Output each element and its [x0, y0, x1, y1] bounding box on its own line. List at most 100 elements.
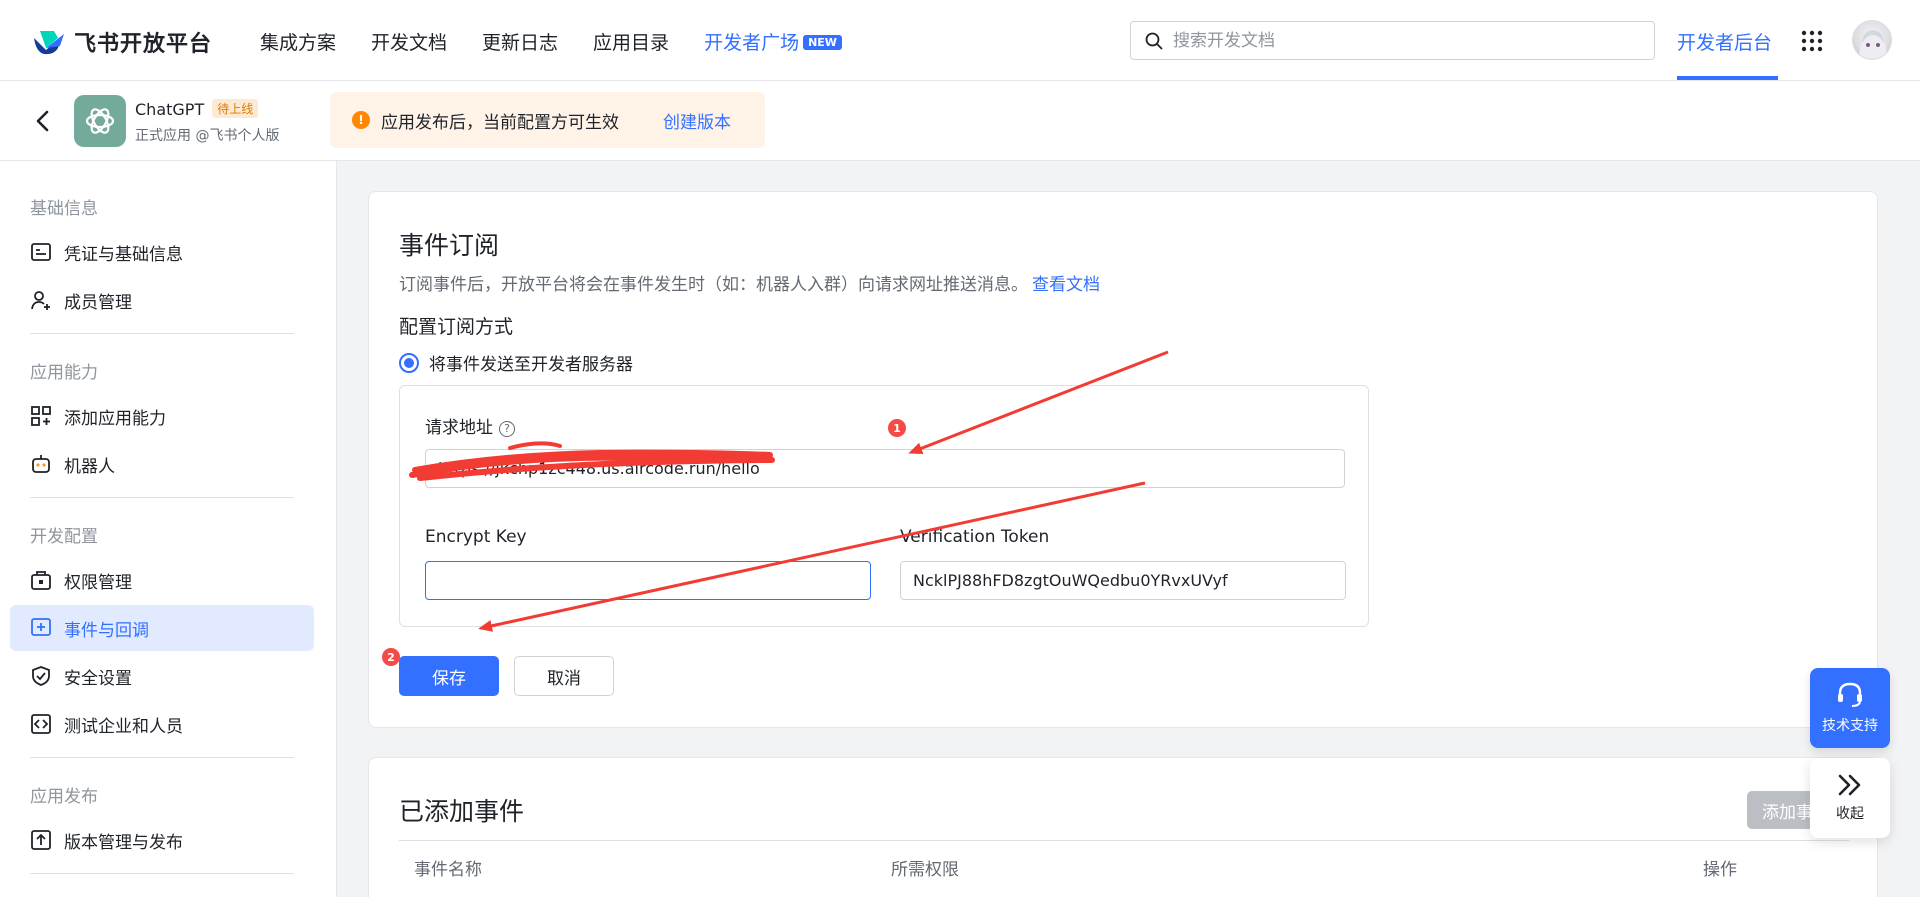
- main-nav: 集成方案 开发文档 更新日志 应用目录 开发者广场 NEW: [260, 28, 877, 55]
- app-name: ChatGPT 待上线: [135, 99, 259, 119]
- sidebar-item-label: 事件与回调: [64, 620, 149, 641]
- chatgpt-app-icon: [74, 95, 126, 147]
- verification-token-input[interactable]: [900, 561, 1346, 600]
- brand-name: 飞书开放平台: [74, 32, 213, 57]
- sidebar-item-test-tenant[interactable]: 测试企业和人员: [10, 701, 314, 747]
- sidebar-item-members[interactable]: 成员管理: [10, 277, 314, 323]
- sidebar-item-label: 凭证与基础信息: [64, 244, 183, 265]
- sidebar-group-capabilities: 应用能力: [30, 363, 98, 383]
- tech-support-label: 技术支持: [1822, 718, 1878, 734]
- desc-text: 订阅事件后，开放平台将会在事件发生时（如：机器人入群）向请求网址推送消息。: [399, 275, 1028, 295]
- app-name-text: ChatGPT: [135, 100, 205, 119]
- sidebar-item-label: 添加应用能力: [64, 408, 166, 429]
- lock-briefcase-icon: [30, 569, 52, 591]
- radio-selected[interactable]: [399, 352, 419, 373]
- shield-check-icon: [30, 665, 52, 687]
- sidebar-item-label: 测试企业和人员: [64, 716, 183, 737]
- search-input[interactable]: [1173, 30, 1613, 51]
- sidebar-item-add-capability[interactable]: 添加应用能力: [10, 393, 314, 439]
- sidebar-divider: [30, 497, 294, 498]
- new-badge: NEW: [803, 35, 842, 50]
- annotation-badge-1: 1: [888, 419, 906, 437]
- sidebar-item-events-callbacks[interactable]: 事件与回调: [10, 605, 314, 651]
- encrypt-key-label: Encrypt Key: [425, 527, 527, 547]
- robot-icon: [30, 453, 52, 475]
- nav-dev-plaza-label: 开发者广场: [704, 32, 800, 54]
- app-status-badge: 待上线: [212, 99, 259, 118]
- app-header: ChatGPT 待上线 正式应用 @飞书个人版 ! 应用发布后，当前配置方可生效 …: [0, 81, 1920, 161]
- nav-docs[interactable]: 开发文档: [371, 28, 447, 55]
- sidebar-item-permissions[interactable]: 权限管理: [10, 557, 314, 603]
- sidebar-group-dev-config: 开发配置: [30, 527, 98, 547]
- id-card-icon: [30, 241, 52, 263]
- avatar-image: [1859, 29, 1887, 59]
- sidebar-item-label: 机器人: [64, 456, 115, 477]
- event-subscription-title: 事件订阅: [399, 231, 500, 260]
- col-event-name: 事件名称: [414, 860, 482, 880]
- app-subtitle: 正式应用 @飞书个人版: [135, 128, 280, 144]
- top-nav: 飞书开放平台 集成方案 开发文档 更新日志 应用目录 开发者广场NEW 开发者后…: [0, 0, 1920, 81]
- user-avatar[interactable]: [1852, 20, 1892, 60]
- save-button[interactable]: 保存: [399, 656, 499, 696]
- create-version-link[interactable]: 创建版本: [663, 108, 731, 133]
- event-subscription-desc: 订阅事件后，开放平台将会在事件发生时（如：机器人入群）向请求网址推送消息。 查看文…: [399, 270, 1100, 295]
- server-config-box: 请求地址? Encrypt Key Verification Token: [399, 385, 1369, 627]
- sidebar: 基础信息 凭证与基础信息 成员管理 应用能力 添加应用能力 机器人 开发配置 权…: [0, 161, 337, 897]
- headset-icon: [1838, 682, 1862, 707]
- sidebar-divider: [30, 757, 294, 758]
- radio-label: 将事件发送至开发者服务器: [429, 355, 633, 375]
- tech-support-button[interactable]: 技术支持: [1810, 668, 1890, 748]
- sidebar-item-credentials[interactable]: 凭证与基础信息: [10, 229, 314, 275]
- app-grid-icon[interactable]: [1801, 30, 1823, 52]
- event-subscription-card: 事件订阅 订阅事件后，开放平台将会在事件发生时（如：机器人入群）向请求网址推送消…: [368, 191, 1878, 728]
- warning-icon: !: [352, 111, 370, 129]
- sidebar-group-release: 应用发布: [30, 787, 98, 807]
- notice-text: 应用发布后，当前配置方可生效: [381, 112, 619, 133]
- added-events-title: 已添加事件: [399, 797, 525, 826]
- openai-logo-icon: [85, 108, 115, 134]
- sidebar-item-label: 版本管理与发布: [64, 832, 183, 853]
- feishu-logo-icon: [34, 31, 64, 55]
- publish-notice: ! 应用发布后，当前配置方可生效 创建版本: [330, 92, 765, 148]
- double-chevron-right-icon: [1838, 774, 1861, 796]
- nav-solutions[interactable]: 集成方案: [260, 28, 336, 55]
- collapse-button[interactable]: 收起: [1810, 758, 1890, 838]
- add-member-icon: [30, 289, 52, 311]
- request-url-label: 请求地址?: [425, 413, 515, 438]
- nav-app-directory[interactable]: 应用目录: [593, 28, 669, 55]
- sidebar-item-robot[interactable]: 机器人: [10, 441, 314, 487]
- events-table-header: 事件名称 所需权限 操作: [399, 840, 1849, 886]
- view-docs-link[interactable]: 查看文档: [1032, 275, 1100, 295]
- console-active-indicator: [1677, 76, 1778, 80]
- brand-logo[interactable]: 飞书开放平台: [32, 26, 212, 58]
- sidebar-group-basic: 基础信息: [30, 199, 98, 219]
- request-url-input[interactable]: [425, 449, 1345, 488]
- sidebar-item-security[interactable]: 安全设置: [10, 653, 314, 699]
- col-actions: 操作: [1703, 860, 1737, 880]
- search-icon: [1145, 32, 1163, 49]
- search-box[interactable]: [1130, 21, 1655, 60]
- sidebar-item-label: 权限管理: [64, 572, 132, 593]
- upload-box-icon: [30, 829, 52, 851]
- back-arrow-icon[interactable]: [32, 108, 54, 134]
- collapse-label: 收起: [1836, 806, 1864, 822]
- event-plus-icon: [30, 617, 52, 639]
- subscription-mode-title: 配置订阅方式: [399, 316, 514, 338]
- sidebar-divider: [30, 873, 294, 874]
- sidebar-divider: [30, 333, 294, 334]
- col-permissions: 所需权限: [891, 860, 959, 880]
- cancel-button[interactable]: 取消: [514, 656, 614, 696]
- added-events-card: 已添加事件 添加事件 事件名称 所需权限 操作: [368, 757, 1878, 897]
- sidebar-item-versions[interactable]: 版本管理与发布: [10, 817, 314, 863]
- developer-console-link[interactable]: 开发者后台: [1677, 28, 1772, 55]
- help-icon[interactable]: ?: [499, 421, 515, 437]
- sidebar-item-label: 成员管理: [64, 292, 132, 313]
- nav-dev-plaza[interactable]: 开发者广场 NEW: [704, 28, 842, 55]
- annotation-badge-2: 2: [382, 648, 400, 666]
- verification-token-label: Verification Token: [900, 527, 1050, 547]
- nav-changelog[interactable]: 更新日志: [482, 28, 558, 55]
- request-url-label-text: 请求地址: [425, 418, 493, 438]
- sidebar-item-label: 安全设置: [64, 668, 132, 689]
- encrypt-key-input[interactable]: [425, 561, 871, 600]
- send-to-server-option[interactable]: 将事件发送至开发者服务器: [399, 350, 633, 375]
